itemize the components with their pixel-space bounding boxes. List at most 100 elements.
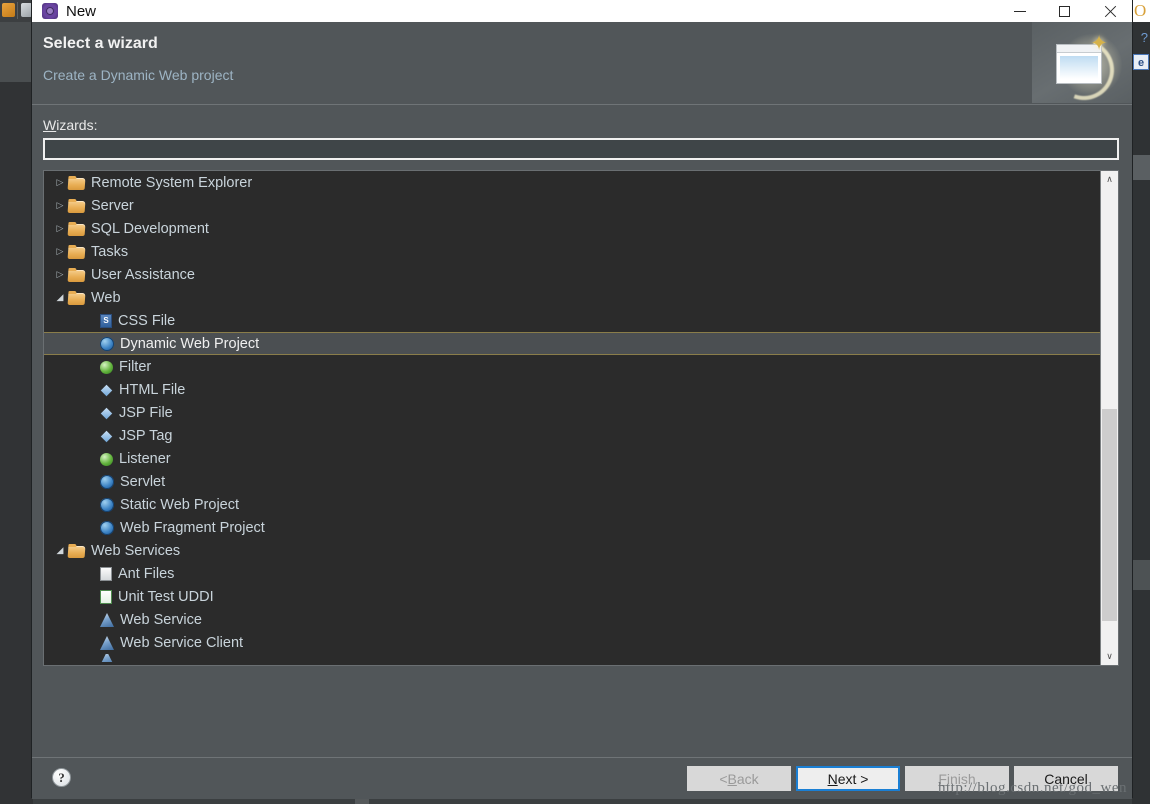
wizards-label-rest: izards: (56, 117, 98, 133)
tree-item-label: Web Services (91, 542, 181, 559)
tree-item-web-service[interactable]: Web Service (44, 608, 1100, 631)
ide-toolbar-icon-a[interactable] (2, 3, 15, 17)
close-icon (1103, 5, 1116, 18)
tree-item-tasks[interactable]: ▷ Tasks (44, 240, 1100, 263)
tree-item-label: JSP File (119, 404, 173, 421)
button-label-mnemonic: F (938, 770, 947, 787)
tree-item-web-services[interactable]: ◢ Web Services (44, 539, 1100, 562)
tree-item-web-fragment-project[interactable]: Web Fragment Project (44, 516, 1100, 539)
ide-left-panel-fragment (0, 22, 33, 83)
minimize-icon (1013, 10, 1026, 12)
new-wizard-dialog: New Select a wizard Create a Dynamic Web… (32, 0, 1132, 799)
web-fragment-project-icon (100, 521, 114, 535)
tree-item-listener[interactable]: Listener (44, 447, 1100, 470)
minimize-button[interactable] (997, 0, 1042, 22)
tree-item-unit-test-uddi[interactable]: Unit Test UDDI (44, 585, 1100, 608)
tree-item-label: Server (91, 197, 134, 214)
tree-item-label: Servlet (120, 473, 166, 490)
window-controls (997, 0, 1132, 22)
chevron-right-icon[interactable]: ▷ (52, 224, 68, 233)
wizard-tree[interactable]: ▷ Remote System Explorer ▷ Server ▷ SQL Devel… (44, 171, 1100, 665)
tree-item-partial[interactable] (44, 654, 1100, 662)
tree-item-label: Remote System Explorer (91, 174, 253, 191)
ide-right-strip-fragment: O ? e (1132, 0, 1150, 804)
wizard-banner-image: ✦ (1032, 22, 1132, 103)
tree-item-ant-files[interactable]: Ant Files (44, 562, 1100, 585)
tree-item-label: User Assistance (91, 266, 195, 283)
dialog-titlebar[interactable]: New (32, 0, 1132, 22)
tree-item-partial-icon (100, 654, 114, 662)
tree-item-label: JSP Tag (119, 427, 173, 444)
back-button: < Back (687, 766, 791, 791)
tree-item-label: Web Service (120, 611, 202, 628)
tree-item-label: Ant Files (118, 565, 175, 582)
tree-item-css-file[interactable]: S CSS File (44, 309, 1100, 332)
chevron-right-icon[interactable]: ▷ (52, 247, 68, 256)
dialog-button-row: < Back Next > Finish Cancel (687, 766, 1118, 791)
filter-icon (100, 361, 113, 374)
folder-icon (67, 200, 86, 213)
tree-item-label: Tasks (91, 243, 129, 260)
ide-toolbar-icon-b[interactable] (21, 3, 32, 17)
folder-icon (67, 269, 86, 282)
tree-item-jsp-file[interactable]: JSP File (44, 401, 1100, 424)
tree-item-label: HTML File (119, 381, 186, 398)
tree-item-dynamic-web-project[interactable]: Dynamic Web Project (44, 332, 1100, 355)
close-button[interactable] (1087, 0, 1132, 22)
tree-item-label: Filter (119, 358, 152, 375)
jsp-file-icon (100, 407, 113, 420)
tree-item-user-assistance[interactable]: ▷ User Assistance (44, 263, 1100, 286)
tree-item-jsp-tag[interactable]: JSP Tag (44, 424, 1100, 447)
tree-item-static-web-project[interactable]: Static Web Project (44, 493, 1100, 516)
maximize-button[interactable] (1042, 0, 1087, 22)
dialog-title: New (66, 2, 97, 20)
help-icon[interactable]: ? (52, 768, 71, 787)
listener-icon (100, 453, 113, 466)
dynamic-web-project-icon (100, 337, 114, 351)
button-label-mnemonic: N (827, 770, 838, 787)
chevron-down-icon[interactable]: ◢ (52, 293, 68, 302)
unit-test-uddi-icon (100, 590, 112, 604)
tree-item-label: Dynamic Web Project (120, 335, 260, 352)
tree-item-web-service-client[interactable]: Web Service Client (44, 631, 1100, 654)
tree-item-label: Listener (119, 450, 171, 467)
finish-button: Finish (905, 766, 1009, 791)
tree-item-label: Web Service Client (120, 634, 244, 651)
tree-item-label: Web Fragment Project (120, 519, 265, 536)
maximize-icon (1059, 5, 1070, 17)
tree-item-servlet[interactable]: Servlet (44, 470, 1100, 493)
tree-item-remote-system-explorer[interactable]: ▷ Remote System Explorer (44, 171, 1100, 194)
tree-item-sql-development[interactable]: ▷ SQL Development (44, 217, 1100, 240)
chevron-down-icon[interactable]: ◢ (52, 546, 68, 555)
button-label: ack (736, 770, 759, 787)
next-button[interactable]: Next > (796, 766, 900, 791)
dialog-footer: ? < Back Next > Finish Cancel http://blog.c… (32, 757, 1132, 799)
css-file-icon: S (100, 314, 112, 328)
folder-icon (67, 292, 86, 305)
web-service-client-icon (100, 636, 114, 650)
scrollbar-thumb[interactable] (1102, 409, 1117, 621)
chevron-right-icon[interactable]: ▷ (52, 201, 68, 210)
cancel-button[interactable]: Cancel (1014, 766, 1118, 791)
jsp-tag-icon (100, 430, 113, 443)
tree-vertical-scrollbar[interactable]: ∧ ∨ (1100, 171, 1118, 665)
scroll-down-icon[interactable]: ∨ (1101, 648, 1118, 665)
tree-item-label: CSS File (118, 312, 176, 329)
scroll-up-icon[interactable]: ∧ (1101, 171, 1118, 188)
tree-item-web[interactable]: ◢ Web (44, 286, 1100, 309)
chevron-right-icon[interactable]: ▷ (52, 178, 68, 187)
tree-item-label: Static Web Project (120, 496, 240, 513)
folder-icon (67, 223, 86, 236)
ant-files-icon (100, 567, 112, 581)
page-subtitle: Create a Dynamic Web project (43, 67, 234, 83)
servlet-icon (100, 475, 114, 489)
tree-item-html-file[interactable]: HTML File (44, 378, 1100, 401)
web-service-icon (100, 613, 114, 627)
chevron-right-icon[interactable]: ▷ (52, 270, 68, 279)
tree-item-server[interactable]: ▷ Server (44, 194, 1100, 217)
tree-item-filter[interactable]: Filter (44, 355, 1100, 378)
tree-item-label: Web (91, 289, 121, 306)
wizard-filter-input[interactable] (43, 138, 1119, 160)
wizards-label: Wizards: (43, 117, 97, 133)
tree-item-label: SQL Development (91, 220, 209, 237)
